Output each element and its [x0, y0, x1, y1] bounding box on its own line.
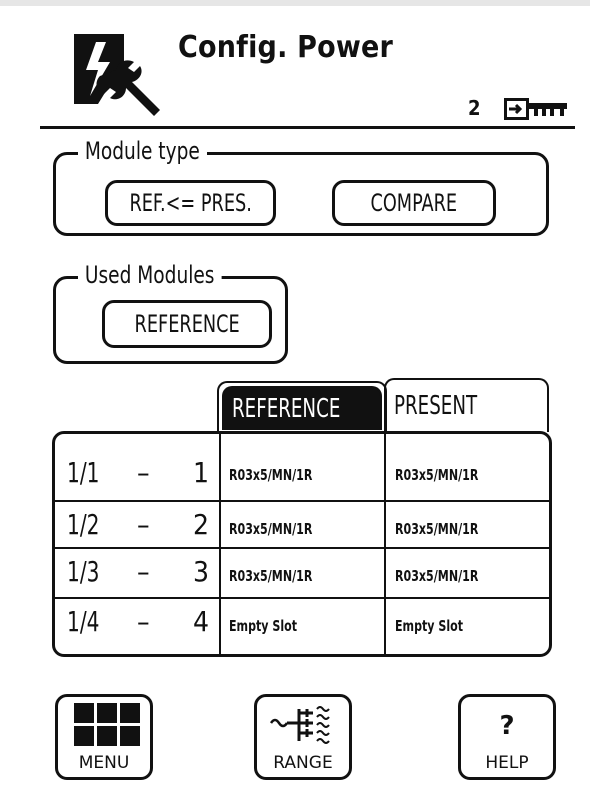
menu-button[interactable]: MENU — [55, 694, 153, 780]
ref-from-present-label: REF.<= PRES. — [129, 189, 252, 217]
slot-number: 3 — [193, 555, 210, 588]
used-modules-reference-button[interactable]: REFERENCE — [102, 300, 272, 348]
menu-label: MENU — [78, 753, 130, 773]
tab-reference-label: REFERENCE — [232, 394, 341, 424]
help-button[interactable]: ? HELP — [458, 694, 556, 780]
slot-number: 1 — [193, 456, 210, 489]
access-level-indicator: 2 — [468, 96, 481, 120]
slot-id: 1/4 — [67, 605, 100, 638]
range-button[interactable]: RANGE — [254, 694, 352, 780]
tab-present-label: PRESENT — [394, 391, 478, 421]
slot-id: 1/3 — [67, 555, 100, 588]
slot-id: 1/2 — [67, 508, 100, 541]
top-edge — [0, 0, 590, 6]
access-key-icon[interactable] — [504, 98, 570, 120]
tab-present[interactable]: PRESENT — [384, 378, 549, 432]
page-title: Config. Power — [178, 30, 393, 65]
table-row[interactable]: 1/3 – 3 R03x5/MN/1R R03x5/MN/1R — [55, 549, 549, 603]
used-modules-label: Used Modules — [78, 262, 222, 288]
reference-module: R03x5/MN/1R — [229, 567, 313, 585]
compare-button[interactable]: COMPARE — [332, 180, 496, 226]
grid-icon — [74, 703, 140, 747]
slot-id: 1/1 — [67, 456, 100, 489]
ref-from-present-button[interactable]: REF.<= PRES. — [105, 180, 276, 226]
reference-module: Empty Slot — [229, 617, 298, 635]
module-type-label: Module type — [78, 138, 207, 164]
slot-dash: – — [137, 456, 150, 489]
reference-module: R03x5/MN/1R — [229, 520, 313, 538]
reference-module: R03x5/MN/1R — [229, 466, 313, 484]
present-module: R03x5/MN/1R — [395, 567, 479, 585]
slot-dash: – — [137, 508, 150, 541]
present-module: R03x5/MN/1R — [395, 520, 479, 538]
help-question-icon: ? — [499, 711, 515, 741]
present-module: R03x5/MN/1R — [395, 466, 479, 484]
slot-dash: – — [137, 555, 150, 588]
present-module: Empty Slot — [395, 617, 464, 635]
table-row[interactable]: 1/4 – 4 Empty Slot Empty Slot — [55, 599, 549, 653]
compare-label: COMPARE — [370, 189, 458, 217]
table-row[interactable]: 1/1 – 1 R03x5/MN/1R R03x5/MN/1R — [55, 434, 549, 489]
modules-table: 1/1 – 1 R03x5/MN/1R R03x5/MN/1R 1/2 – 2 … — [52, 431, 552, 657]
used-modules-reference-label: REFERENCE — [134, 310, 240, 338]
slot-number: 4 — [193, 605, 210, 638]
help-label: HELP — [485, 753, 529, 773]
tab-reference[interactable]: REFERENCE — [222, 386, 382, 430]
header-divider — [40, 126, 575, 129]
range-label: RANGE — [273, 753, 333, 773]
slot-number: 2 — [193, 508, 210, 541]
power-wrench-icon — [70, 26, 162, 122]
slot-dash: – — [137, 605, 150, 638]
range-icon — [269, 703, 341, 749]
